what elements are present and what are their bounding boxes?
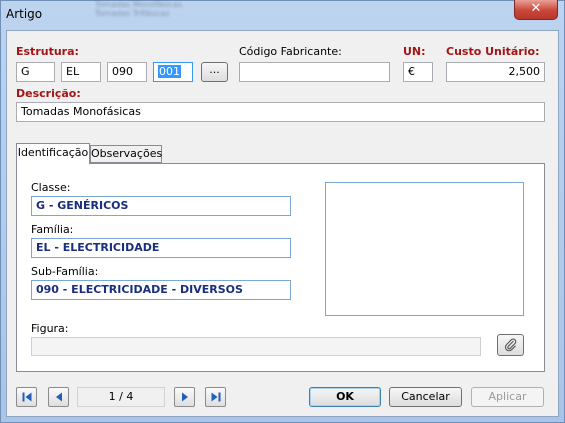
last-record-button[interactable] [205,387,226,407]
custo-unitario-input[interactable]: 2,500 [446,62,545,82]
custo-unitario-label: Custo Unitário: [446,45,540,58]
image-preview-box [325,182,524,316]
previous-record-icon [55,392,62,402]
paperclip-icon [504,338,516,352]
title-bar[interactable]: Artigo Tomadas Monofásicas Tomadas Trifá… [0,0,565,30]
next-record-icon [181,392,188,402]
browse-structure-button[interactable]: ... [201,62,228,82]
descricao-input[interactable]: Tomadas Monofásicas [16,102,545,122]
figura-label: Figura: [31,322,69,335]
tab-identificacao[interactable]: Identificação [16,143,90,164]
next-record-button[interactable] [174,387,195,407]
estrutura-classe-input[interactable]: G [16,62,55,82]
codigo-fabricante-label: Código Fabricante: [239,45,342,58]
un-label: UN: [403,45,426,58]
classe-field[interactable]: G - GENÉRICOS [31,196,291,216]
close-button[interactable]: ✕ [514,0,558,20]
familia-field[interactable]: EL - ELECTRICIDADE [31,238,291,258]
background-window-text: Tomadas Monofásicas Tomadas Trifásicas [95,0,183,18]
first-record-icon [22,392,31,402]
last-record-icon [211,392,220,402]
window-title: Artigo [6,7,43,21]
previous-record-button[interactable] [48,387,69,407]
apply-button[interactable]: Aplicar [471,387,544,407]
attach-figure-button[interactable] [497,334,524,356]
subfamilia-field[interactable]: 090 - ELECTRICIDADE - DIVERSOS [31,280,291,300]
codigo-fabricante-input[interactable] [239,62,390,82]
estrutura-familia-input[interactable]: EL [61,62,101,82]
estrutura-subfamilia-input[interactable]: 090 [107,62,147,82]
subfamilia-label: Sub-Família: [31,265,99,278]
cancel-button[interactable]: Cancelar [389,387,462,407]
selected-text: 001 [158,65,181,78]
tab-observacoes[interactable]: Observações [90,145,162,163]
figura-path-input[interactable] [31,337,481,356]
classe-label: Classe: [31,181,71,194]
unidade-input[interactable]: € [403,62,433,82]
estrutura-codigo-input[interactable]: 001 [153,62,193,82]
ok-button[interactable]: OK [309,387,381,407]
first-record-button[interactable] [16,387,37,407]
familia-label: Família: [31,223,74,236]
estrutura-label: Estrutura: [16,45,79,58]
descricao-label: Descrição: [16,87,81,100]
record-position-indicator: 1 / 4 [77,387,165,407]
